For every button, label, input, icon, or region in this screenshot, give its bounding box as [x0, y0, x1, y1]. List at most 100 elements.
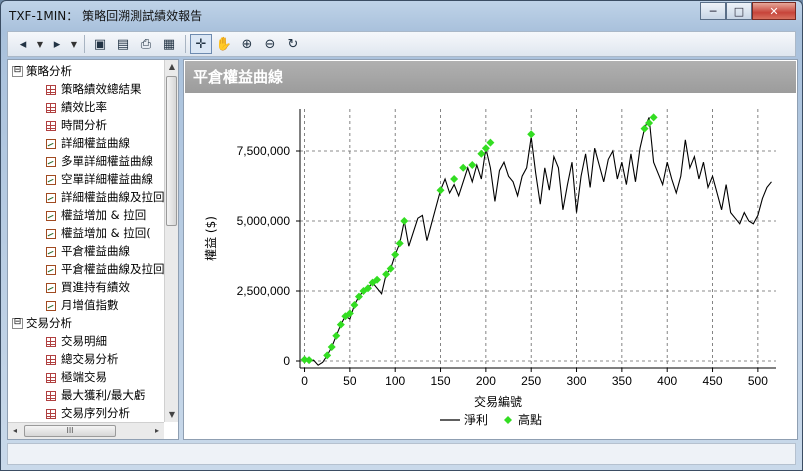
window-title: TXF-1MIN： 策略回溯測試績效報告 [9, 9, 203, 23]
tree-item-label: 交易序列分析 [61, 406, 130, 420]
table-report-icon [46, 102, 56, 113]
tree-item-label: 策略績效總結果 [61, 82, 142, 96]
x-axis-label: 交易編號 [474, 394, 522, 409]
tree-item[interactable]: 詳細權益曲線 [46, 134, 130, 152]
high-point-marker [395, 239, 404, 248]
tree-item-label: 權益增加 & 拉回 [61, 208, 147, 222]
tree-item[interactable]: 權益增加 & 拉回 [46, 206, 146, 224]
tree-item-label: 極端交易 [61, 370, 107, 384]
x-tick-label: 0 [301, 374, 308, 388]
tree-item-label: 詳細權益曲線 [61, 136, 130, 150]
tree-group[interactable]: ⊟ 交易分析 [12, 314, 72, 332]
pan-hand-icon[interactable]: ✋ [213, 34, 235, 54]
high-point-marker [640, 124, 649, 133]
table-report-icon [46, 354, 56, 365]
report-tree: ⊟ 策略分析策略績效總結果績效比率 時間分析詳細權益曲線多單詳細權益曲線 空單詳細權益… [7, 59, 179, 440]
title-bar[interactable]: TXF-1MIN： 策略回溯測試績效報告 ─ □ ✕ [1, 1, 802, 29]
chart-report-icon [46, 138, 56, 149]
table-report-icon [46, 390, 56, 401]
tree-item[interactable]: 交易序列分析 [46, 404, 130, 422]
high-point-marker [323, 351, 332, 360]
chart-report-icon [46, 264, 56, 275]
high-point-marker [336, 320, 345, 329]
tree-item[interactable]: 詳細權益曲線及拉回 [46, 188, 164, 206]
table-report-icon [46, 120, 56, 131]
chart-report-icon [46, 156, 56, 167]
x-tick-label: 300 [567, 374, 587, 388]
scroll-down-icon[interactable]: ▼ [165, 408, 178, 422]
close-button[interactable]: ✕ [752, 2, 796, 20]
forward-dropdown-icon[interactable]: ▼ [69, 34, 79, 54]
collapse-icon[interactable]: ⊟ [12, 318, 23, 329]
zoom-out-icon[interactable]: ⊖ [259, 34, 281, 54]
tree-item-label: 平倉權益曲線及拉回 [61, 262, 164, 276]
tree-item[interactable]: 權益增加 & 拉回( [46, 224, 151, 242]
high-point-marker [450, 175, 459, 183]
tree-item[interactable]: 買進持有績效 [46, 278, 130, 296]
x-tick-label: 500 [748, 374, 768, 388]
legend-marker-swatch [504, 416, 512, 424]
save-icon[interactable]: ▣ [89, 34, 111, 54]
high-point-marker [645, 119, 654, 127]
minimize-button[interactable]: ─ [700, 2, 726, 20]
x-tick-label: 350 [612, 374, 632, 388]
table-view-icon[interactable]: ▦ [158, 34, 180, 54]
tree-item[interactable]: 平倉權益曲線 [46, 242, 130, 260]
table-report-icon [46, 84, 56, 95]
tree-item[interactable]: 策略績效總結果 [46, 80, 142, 98]
back-dropdown-icon[interactable]: ▼ [35, 34, 45, 54]
equity-chart[interactable]: 0 50 100 150 200 250 300 350 400 450 500 0 2,500,000… [185, 94, 796, 439]
tree-item[interactable]: 最大獲利/最大虧 [46, 386, 145, 404]
crosshair-icon[interactable]: ✛ [190, 34, 212, 54]
scroll-right-icon[interactable]: ▸ [150, 424, 164, 438]
tree-item[interactable]: 績效比率 [46, 98, 107, 116]
collapse-icon[interactable]: ⊟ [12, 66, 23, 77]
print-icon[interactable]: ⎙ [135, 34, 157, 54]
chart-panel: 平倉權益曲線 0 50 100 150 200 250 300 350 400 450 500 0 2,… [183, 59, 798, 440]
chart-report-icon [46, 300, 56, 311]
chart-report-icon [46, 174, 56, 185]
y-tick-label: 2,500,000 [237, 284, 291, 298]
x-tick-label: 250 [521, 374, 541, 388]
tree-item[interactable]: 時間分析 [46, 116, 107, 134]
tree-item[interactable]: 空單詳細權益曲線 [46, 170, 153, 188]
tree-item[interactable]: 交易明細 [46, 332, 107, 350]
reset-icon[interactable]: ↻ [282, 34, 304, 54]
chart-report-icon [46, 246, 56, 257]
zoom-in-icon[interactable]: ⊕ [236, 34, 258, 54]
page-setup-icon[interactable]: ▤ [112, 34, 134, 54]
y-tick-label: 0 [283, 354, 290, 368]
status-bar [7, 443, 796, 465]
x-tick-label: 400 [657, 374, 677, 388]
tree-vertical-scrollbar[interactable]: ▲ ▼ [164, 60, 178, 422]
tree-item-label: 交易明細 [61, 334, 107, 348]
tree-item[interactable]: 總交易分析 [46, 350, 119, 368]
scroll-up-icon[interactable]: ▲ [165, 60, 178, 74]
forward-icon[interactable]: ▸ [46, 34, 68, 54]
toolbar-separator [185, 35, 186, 53]
tree-item[interactable]: 多單詳細權益曲線 [46, 152, 153, 170]
maximize-button[interactable]: □ [726, 2, 752, 20]
high-point-marker [486, 138, 495, 147]
tree-group[interactable]: ⊟ 策略分析 [12, 62, 72, 80]
back-icon[interactable]: ◂ [12, 34, 34, 54]
chart-report-icon [46, 282, 56, 293]
tree-item-label: 最大獲利/最大虧 [61, 388, 146, 402]
chart-report-icon [46, 228, 56, 239]
scroll-left-icon[interactable]: ◂ [8, 424, 22, 438]
scroll-thumb-horizontal[interactable]: III [24, 425, 116, 437]
high-point-marker [327, 343, 336, 351]
high-point-marker [459, 163, 468, 172]
high-point-marker [350, 301, 359, 309]
tree-item[interactable]: 極端交易 [46, 368, 107, 386]
tree-horizontal-scrollbar[interactable]: ◂ III ▸ [8, 422, 164, 439]
tree-item-label: 買進持有績效 [61, 280, 130, 294]
tree-item[interactable]: 平倉權益曲線及拉回 [46, 260, 164, 278]
tree-item-label: 詳細權益曲線及拉回 [61, 190, 164, 204]
table-report-icon [46, 372, 56, 383]
scroll-thumb[interactable] [166, 76, 177, 226]
y-tick-label: 5,000,000 [237, 214, 291, 228]
y-tick-label: 7,500,000 [237, 144, 291, 158]
chart-header: 平倉權益曲線 [185, 61, 796, 93]
tree-item[interactable]: 月增值指數 [46, 296, 119, 314]
